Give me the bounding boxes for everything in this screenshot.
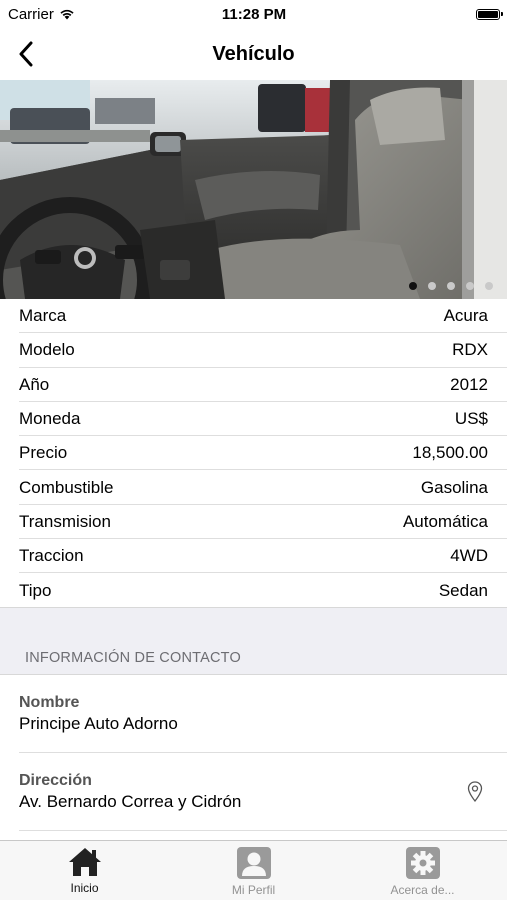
contact-name-value: Principe Auto Adorno bbox=[19, 714, 178, 733]
spec-row-traccion: Traccion 4WD bbox=[0, 539, 507, 574]
status-time: 11:28 PM bbox=[221, 5, 287, 23]
spec-value: 2012 bbox=[450, 374, 488, 394]
spec-label: Tipo bbox=[19, 580, 52, 600]
spec-value: Automática bbox=[402, 511, 488, 531]
spec-row-ano: Año 2012 bbox=[0, 368, 507, 403]
home-icon bbox=[68, 848, 101, 876]
vehicle-interior-photo bbox=[0, 80, 507, 299]
vehicle-specs-list: Marca Acura Modelo RDX Año 2012 Moneda U… bbox=[0, 299, 507, 608]
map-pin-icon[interactable] bbox=[467, 781, 483, 803]
spec-label: Modelo bbox=[19, 340, 75, 360]
spec-value: RDX bbox=[452, 340, 488, 360]
spec-value: 18,500.00 bbox=[412, 443, 488, 463]
spec-label: Marca bbox=[19, 306, 67, 326]
spec-row-tipo: Tipo Sedan bbox=[0, 573, 507, 607]
spec-label: Traccion bbox=[19, 546, 84, 566]
spec-row-combustible: Combustible Gasolina bbox=[0, 470, 507, 506]
contact-section-header: INFORMACIÓN DE CONTACTO bbox=[0, 607, 507, 675]
spec-row-transmision: Transmision Automática bbox=[0, 505, 507, 540]
section-header-title: INFORMACIÓN DE CONTACTO bbox=[25, 650, 241, 666]
contact-address-row[interactable]: Dirección Av. Bernardo Correa y Cidrón bbox=[0, 753, 507, 831]
contact-name-row: Nombre Principe Auto Adorno bbox=[0, 675, 507, 753]
back-button[interactable] bbox=[10, 38, 42, 70]
spec-label: Año bbox=[19, 374, 50, 394]
chevron-left-icon bbox=[19, 41, 33, 67]
carrier-label: Carrier bbox=[8, 5, 54, 23]
page-dot-3[interactable] bbox=[447, 282, 455, 290]
contact-info-list: Nombre Principe Auto Adorno Dirección Av… bbox=[0, 675, 507, 831]
tab-bar: Inicio Mi Perfil Acerca de... bbox=[0, 840, 507, 900]
page-title: Vehículo bbox=[212, 42, 295, 65]
spec-label: Combustible bbox=[19, 477, 114, 497]
status-right bbox=[350, 8, 503, 20]
contact-address-label: Dirección bbox=[19, 772, 92, 789]
spec-row-marca: Marca Acura bbox=[0, 299, 507, 334]
contact-address-value: Av. Bernardo Correa y Cidrón bbox=[19, 792, 242, 811]
spec-value: 4WD bbox=[450, 546, 488, 566]
page-dot-4[interactable] bbox=[466, 282, 474, 290]
spec-value: Sedan bbox=[438, 580, 488, 600]
spec-row-precio: Precio 18,500.00 bbox=[0, 436, 507, 471]
spec-label: Moneda bbox=[19, 409, 81, 429]
tab-mi-perfil[interactable]: Mi Perfil bbox=[169, 841, 338, 900]
spec-value: US$ bbox=[454, 409, 488, 429]
gear-icon bbox=[405, 847, 440, 879]
status-left: Carrier bbox=[8, 6, 158, 23]
page-dot-1[interactable] bbox=[409, 282, 417, 290]
spec-row-modelo: Modelo RDX bbox=[0, 333, 507, 368]
contact-name-label: Nombre bbox=[19, 694, 80, 711]
spec-label: Transmision bbox=[19, 511, 111, 531]
tab-inicio[interactable]: Inicio bbox=[0, 841, 169, 900]
spec-value: Gasolina bbox=[420, 477, 488, 497]
navigation-bar: Vehículo bbox=[0, 28, 507, 81]
profile-icon bbox=[236, 847, 271, 879]
page-indicator[interactable] bbox=[409, 282, 493, 290]
tab-acerca-de[interactable]: Acerca de... bbox=[338, 841, 507, 900]
spec-value: Acura bbox=[443, 306, 488, 326]
spec-label: Precio bbox=[19, 443, 68, 463]
tab-label: Acerca de... bbox=[390, 883, 455, 897]
tab-label: Mi Perfil bbox=[231, 883, 276, 897]
status-bar: Carrier 11:28 PM bbox=[0, 0, 507, 28]
page-dot-2[interactable] bbox=[428, 282, 436, 290]
vehicle-photo-carousel[interactable] bbox=[0, 80, 507, 299]
page-dot-5[interactable] bbox=[485, 282, 493, 290]
battery-icon bbox=[476, 8, 503, 20]
tab-label: Inicio bbox=[70, 881, 99, 895]
wifi-icon bbox=[60, 9, 74, 20]
spec-row-moneda: Moneda US$ bbox=[0, 402, 507, 437]
